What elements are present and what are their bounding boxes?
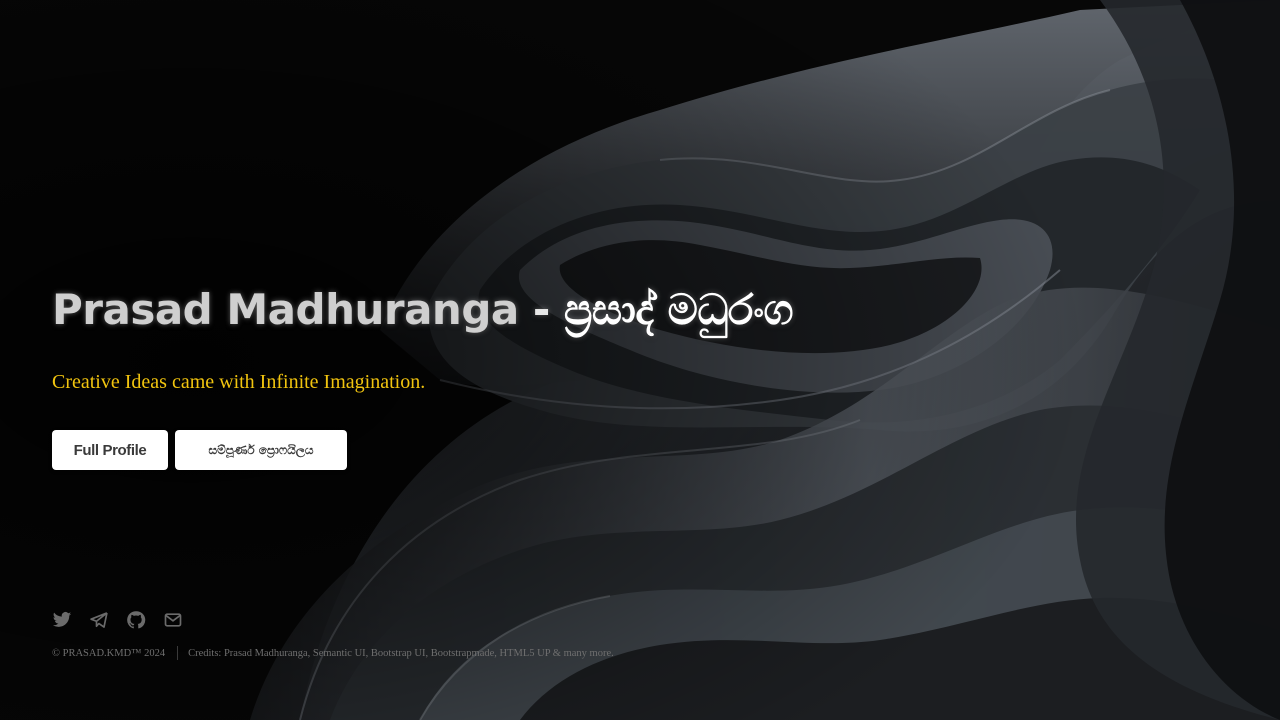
title-separator: -: [518, 285, 564, 334]
hero-section: Prasad Madhuranga - ප්‍රසාද් මධුරංග Crea…: [52, 285, 952, 470]
footer-divider: [177, 646, 179, 660]
profile-buttons: Full Profile සම්පූර්ණ ප්‍රොෆයිලය: [52, 430, 952, 470]
title-english: Prasad Madhuranga: [52, 285, 519, 334]
twitter-icon[interactable]: [52, 610, 72, 630]
telegram-icon[interactable]: [89, 610, 109, 630]
full-profile-button[interactable]: Full Profile: [52, 430, 168, 470]
page-title: Prasad Madhuranga - ප්‍රසාද් මධුරංග: [52, 285, 952, 335]
title-sinhala: ප්‍රසාද් මධුරංග: [563, 285, 794, 334]
hero-page: Prasad Madhuranga - ප්‍රසාද් මධුරංග Crea…: [0, 0, 1280, 720]
social-links: [52, 610, 614, 630]
footer-text-row: © PRASAD.KMD™ 2024 Credits: Prasad Madhu…: [52, 646, 614, 660]
tagline: Creative Ideas came with Infinite Imagin…: [52, 371, 426, 393]
github-icon[interactable]: [126, 610, 146, 630]
credits-text: Credits: Prasad Madhuranga, Semantic UI,…: [188, 647, 614, 659]
full-profile-sinhala-button[interactable]: සම්පූර්ණ ප්‍රොෆයිලය: [175, 430, 347, 470]
footer: © PRASAD.KMD™ 2024 Credits: Prasad Madhu…: [52, 610, 614, 660]
mail-icon[interactable]: [163, 610, 183, 630]
copyright-text: © PRASAD.KMD™ 2024: [52, 647, 166, 659]
